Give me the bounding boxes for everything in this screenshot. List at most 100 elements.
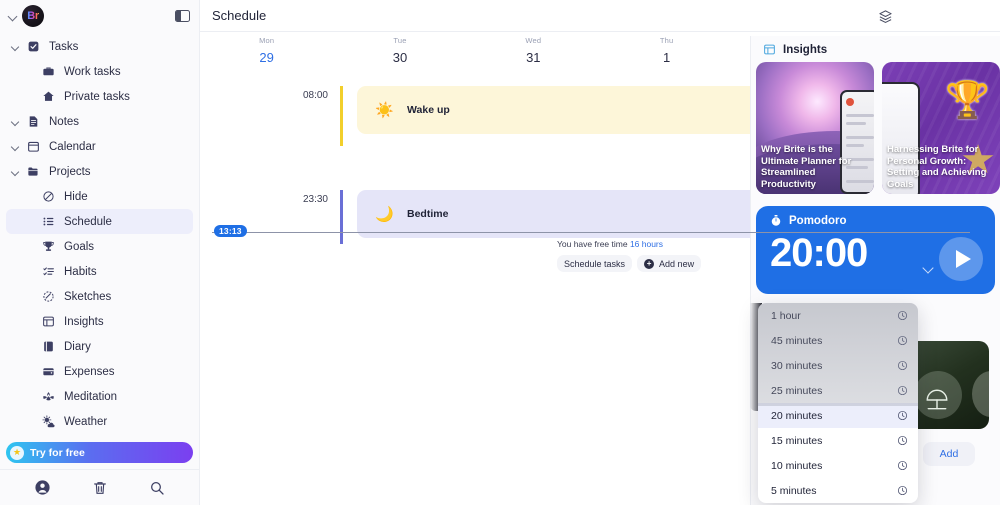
photo-card[interactable] [906, 341, 989, 429]
sidebar-item-label: Meditation [64, 390, 118, 403]
day-column-tue[interactable]: Tue 30 [333, 36, 466, 74]
sidebar-item-meditation[interactable]: Meditation [6, 384, 193, 409]
dropdown-option-25-minutes[interactable]: 25 minutes [758, 378, 918, 403]
trophy-icon: 🏆 [945, 79, 990, 120]
checkbox-icon [23, 40, 43, 53]
sidebar-item-label: Hide [64, 190, 88, 203]
dropdown-option-5-minutes[interactable]: 5 minutes [758, 478, 918, 503]
folder-icon [23, 165, 43, 178]
dropdown-option-20-minutes[interactable]: 20 minutes [758, 403, 918, 428]
day-column-thu[interactable]: Thu 1 [600, 36, 733, 74]
add-new-button[interactable]: + Add new [637, 255, 702, 272]
sidebar-item-label: Weather [64, 415, 108, 428]
sidebar-item-calendar[interactable]: Calendar [6, 134, 193, 159]
day-name: Tue [393, 36, 407, 45]
search-icon[interactable] [149, 480, 165, 496]
clock-icon [897, 460, 908, 471]
day-number: 30 [392, 50, 408, 65]
sidebar-item-expenses[interactable]: Expenses [6, 359, 193, 384]
sidebar-item-goals[interactable]: Goals [6, 234, 193, 259]
sidebar-item-schedule[interactable]: Schedule [6, 209, 193, 234]
day-column-mon[interactable]: Mon 29 [200, 36, 333, 74]
caret-spacer [23, 84, 38, 109]
sidebar: Br Tasks Work tasks Private tasks Notes Cale… [0, 0, 200, 505]
insights-header: Insights [751, 36, 1000, 62]
try-for-free-button[interactable]: ★ Try for free [6, 442, 193, 463]
sidebar-item-projects[interactable]: Projects [6, 159, 193, 184]
dropdown-option-label: 1 hour [771, 309, 801, 322]
clock-icon [897, 435, 908, 446]
caret-spacer [23, 384, 38, 409]
caret-spacer [23, 209, 38, 234]
hide-icon [38, 190, 58, 203]
page-title: Schedule [212, 8, 267, 23]
sidebar-item-label: Work tasks [64, 65, 121, 78]
clock-icon [897, 410, 908, 421]
chevron-down-icon[interactable] [8, 134, 23, 159]
chevron-down-icon[interactable] [8, 109, 23, 134]
dropdown-option-label: 15 minutes [771, 434, 823, 447]
chevron-down-icon[interactable] [8, 34, 23, 59]
day-number: 29 [259, 50, 274, 65]
try-for-free-wrap: ★ Try for free [0, 438, 199, 469]
calendar-icon [23, 140, 43, 153]
trash-icon[interactable] [92, 480, 108, 496]
sidebar-item-notes[interactable]: Notes [6, 109, 193, 134]
day-column-wed[interactable]: Wed 31 [467, 36, 600, 74]
day-number: 31 [526, 50, 541, 65]
caret-spacer [23, 259, 38, 284]
clock-icon [897, 360, 908, 371]
day-name: Thu [659, 36, 674, 45]
sidebar-item-work-tasks[interactable]: Work tasks [6, 59, 193, 84]
sun-icon: ☀️ [375, 101, 394, 119]
schedule-tasks-button[interactable]: Schedule tasks [557, 255, 633, 272]
dropdown-option-30-minutes[interactable]: 30 minutes [758, 353, 918, 378]
event-title: Wake up [407, 104, 450, 116]
habits-icon [38, 265, 58, 278]
sidebar-item-weather[interactable]: Weather [6, 409, 193, 434]
clock-icon [897, 385, 908, 396]
sidebar-item-insights[interactable]: Insights [6, 309, 193, 334]
caret-spacer [23, 334, 38, 359]
home-icon [38, 90, 58, 103]
lotus-icon [38, 390, 58, 403]
sidebar-item-diary[interactable]: Diary [6, 334, 193, 359]
day-number: 1 [663, 50, 671, 65]
chevron-down-icon[interactable] [924, 264, 934, 274]
workspace-logo[interactable]: Br [22, 5, 44, 27]
sidebar-item-label: Diary [64, 340, 91, 353]
chevron-down-icon[interactable] [6, 9, 20, 23]
note-icon [23, 115, 43, 128]
add-button[interactable]: Add [923, 442, 975, 466]
weather-icon [38, 415, 58, 428]
insights-title: Insights [783, 43, 828, 56]
pomodoro-widget: Pomodoro 20:00 [756, 206, 995, 294]
dropdown-option-15-minutes[interactable]: 15 minutes [758, 428, 918, 453]
main-header: Schedule [200, 0, 1000, 32]
panel-left-icon[interactable] [173, 7, 191, 25]
sidebar-item-habits[interactable]: Habits [6, 259, 193, 284]
insight-card-1[interactable]: Why Brite is the Ultimate Planner for St… [756, 62, 874, 194]
sidebar-item-label: Calendar [49, 140, 96, 153]
dropdown-option-10-minutes[interactable]: 10 minutes [758, 453, 918, 478]
dropdown-option-label: 30 minutes [771, 359, 823, 372]
dropdown-option-1-hour[interactable]: 1 hour [758, 303, 918, 328]
duration-dropdown[interactable]: 1 hour 45 minutes 30 minutes 25 minutes 20 m… [758, 303, 918, 503]
plus-icon: + [644, 258, 655, 269]
sidebar-item-sketches[interactable]: Sketches [6, 284, 193, 309]
sidebar-item-private-tasks[interactable]: Private tasks [6, 84, 193, 109]
sidebar-item-hide[interactable]: Hide [6, 184, 193, 209]
insight-card-2[interactable]: ★ 🏆 Harnessing Brite for Personal Growth… [882, 62, 1000, 194]
dropdown-option-label: 10 minutes [771, 459, 823, 472]
sidebar-item-tasks[interactable]: Tasks [6, 34, 193, 59]
try-for-free-label: Try for free [30, 446, 85, 459]
current-time-badge: 13:13 [214, 225, 247, 237]
chevron-down-icon[interactable] [8, 159, 23, 184]
dropdown-option-45-minutes[interactable]: 45 minutes [758, 328, 918, 353]
account-icon[interactable] [34, 479, 51, 496]
dropdown-option-label: 25 minutes [771, 384, 823, 397]
play-icon[interactable] [939, 237, 983, 281]
layers-icon[interactable] [875, 6, 895, 26]
free-time-text: You have free time 16 hours [557, 239, 701, 249]
add-new-label: Add new [659, 258, 695, 269]
